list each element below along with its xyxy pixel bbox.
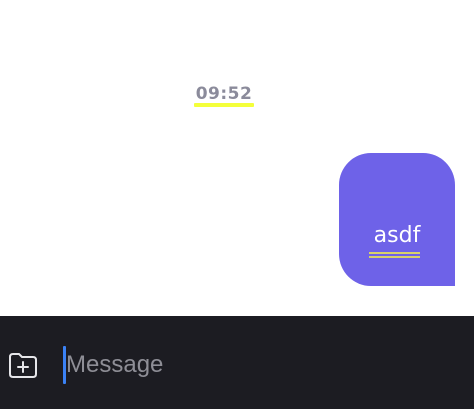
chat-area: 09:52 asdf: [0, 0, 474, 316]
message-timestamp: 09:52: [194, 84, 254, 107]
message-input[interactable]: [66, 344, 456, 386]
message-text-underline: [369, 252, 420, 258]
timestamp-text: 09:52: [195, 84, 253, 104]
folder-plus-icon: [9, 353, 37, 378]
message-text: asdf: [373, 223, 421, 248]
attach-button[interactable]: [6, 348, 40, 382]
outgoing-message-bubble[interactable]: asdf: [339, 153, 455, 286]
message-input-wrapper: [60, 344, 460, 386]
